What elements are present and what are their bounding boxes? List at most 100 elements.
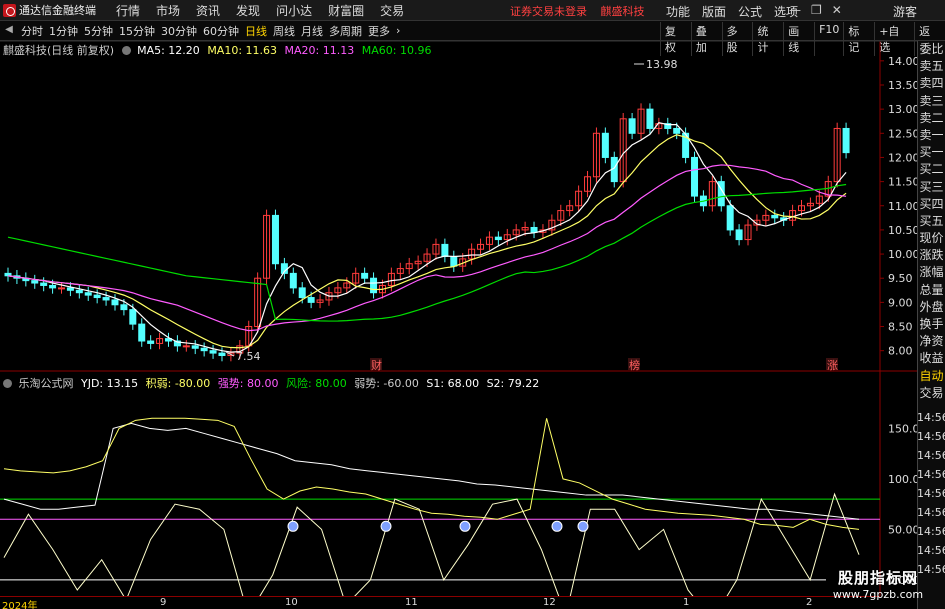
candle-body — [450, 255, 458, 267]
candle-body — [75, 289, 83, 294]
tick-time: 14:56 — [917, 411, 945, 424]
signal-dot-icon — [551, 520, 563, 532]
signal-dot-icon — [459, 520, 471, 532]
side-buy4: 买四 — [919, 196, 944, 211]
low-price-label: 7.54 — [236, 350, 261, 363]
tick-time: 14:56 — [917, 544, 945, 557]
event-marker: 涨 — [827, 359, 838, 372]
candle-body — [191, 345, 199, 349]
candle-body — [771, 214, 779, 219]
y-tick-label: 8.50 — [888, 321, 913, 334]
candle-body — [200, 347, 208, 352]
y-tick-label: 13.50 — [888, 79, 917, 92]
tick-time: 14:56 — [917, 468, 945, 481]
candle-body — [735, 229, 743, 241]
candle-body — [66, 287, 74, 291]
indicator-y-label: 150.0 — [888, 422, 917, 435]
side-turnover: 换手 — [919, 317, 944, 331]
date-label: 2024年 — [2, 601, 38, 609]
indicator-y-label: 50.00 — [888, 523, 917, 536]
candle-body — [691, 156, 699, 197]
y-tick-label: 12.50 — [888, 127, 917, 140]
candle-body — [49, 284, 57, 289]
side-tab-auto[interactable]: 自动 — [918, 368, 945, 385]
candle-body — [111, 299, 119, 306]
watermark: 股朋指标网 www.7gpzb.com — [828, 567, 928, 601]
side-sell5: 卖五 — [919, 59, 944, 74]
candle-body — [147, 340, 155, 344]
y-tick-label: 10.50 — [888, 224, 917, 237]
indicator-yellow-line — [3, 417, 860, 530]
indicator-oscillator-line — [3, 492, 860, 596]
side-times: 14:56 14:56 14:56 14:56 14:56 14:56 14:5… — [917, 408, 945, 579]
side-eps: 收益 — [919, 351, 944, 366]
candle-body — [31, 280, 39, 284]
y-tick-label: 9.00 — [888, 296, 913, 309]
candle-body — [102, 297, 110, 301]
y-tick-label: 13.00 — [888, 103, 917, 116]
side-sell1: 卖一 — [919, 127, 944, 142]
candle-body — [307, 297, 315, 303]
candle-body — [209, 350, 217, 354]
signal-dot-icon — [380, 520, 392, 532]
candle-body — [129, 309, 137, 325]
candle-body — [646, 108, 654, 129]
candle-body — [628, 118, 636, 134]
candle-body — [271, 214, 279, 265]
side-sell4: 卖四 — [919, 76, 944, 91]
event-marker: 财 — [371, 358, 382, 372]
side-outer: 外盘 — [919, 299, 944, 314]
candle-body — [673, 127, 681, 134]
side-buy5: 买五 — [919, 213, 944, 228]
side-change: 涨跌 — [919, 248, 944, 263]
y-tick-label: 11.50 — [888, 176, 917, 189]
candle-body — [93, 294, 101, 299]
side-buy2: 买二 — [919, 162, 944, 177]
side-volume: 总量 — [919, 282, 944, 297]
side-sell3: 卖三 — [919, 93, 944, 108]
y-tick-label: 12.00 — [888, 151, 917, 164]
date-label: 11 — [405, 597, 418, 608]
candle-body — [726, 205, 734, 231]
candle-body — [182, 345, 190, 348]
candle-body — [289, 272, 297, 289]
chart-canvas[interactable]: 14.00 13.50 13.00 12.50 12.00 11.50 11.00 10.50… — [0, 0, 917, 596]
side-change-pct: 涨幅 — [919, 265, 944, 280]
date-label: 2 — [806, 597, 813, 608]
candle-body — [218, 352, 226, 357]
y-tick-label: 8.00 — [888, 345, 913, 358]
y-tick-label: 9.50 — [888, 272, 913, 285]
date-label: 9 — [160, 597, 167, 608]
candle-body — [361, 272, 369, 279]
candle-body — [842, 127, 850, 154]
watermark-url: www.7gpzb.com — [832, 588, 924, 601]
candle-body — [4, 272, 12, 277]
tick-time: 14:56 — [917, 506, 945, 519]
side-tab-trade[interactable]: 交易 — [918, 385, 945, 402]
side-weibi: 委比 — [919, 42, 944, 56]
side-price: 现价 — [919, 231, 944, 246]
signal-dot-icon — [577, 520, 589, 532]
date-label: 12 — [543, 597, 556, 608]
candle-body — [494, 236, 502, 241]
indicator-white-line — [3, 422, 860, 520]
tick-time: 14:56 — [917, 487, 945, 500]
candle-body — [298, 287, 306, 299]
date-label: 10 — [285, 597, 298, 608]
signal-dot-icon — [287, 520, 299, 532]
side-buy3: 买三 — [919, 179, 944, 194]
candle-body — [40, 282, 48, 286]
high-price-label: 13.98 — [646, 58, 678, 71]
tick-time: 14:56 — [917, 449, 945, 462]
candle-body — [530, 226, 538, 233]
watermark-title: 股朋指标网 — [837, 569, 918, 587]
side-sell2: 卖二 — [919, 110, 944, 125]
date-label: 1 — [683, 597, 690, 608]
y-tick-label: 11.00 — [888, 200, 917, 213]
candle-body — [601, 132, 609, 158]
candle-body — [441, 243, 449, 257]
y-tick-label: 14.00 — [888, 55, 917, 68]
event-marker: 榜 — [629, 358, 640, 372]
y-tick-label: 10.00 — [888, 248, 917, 261]
candle-body — [370, 277, 378, 294]
